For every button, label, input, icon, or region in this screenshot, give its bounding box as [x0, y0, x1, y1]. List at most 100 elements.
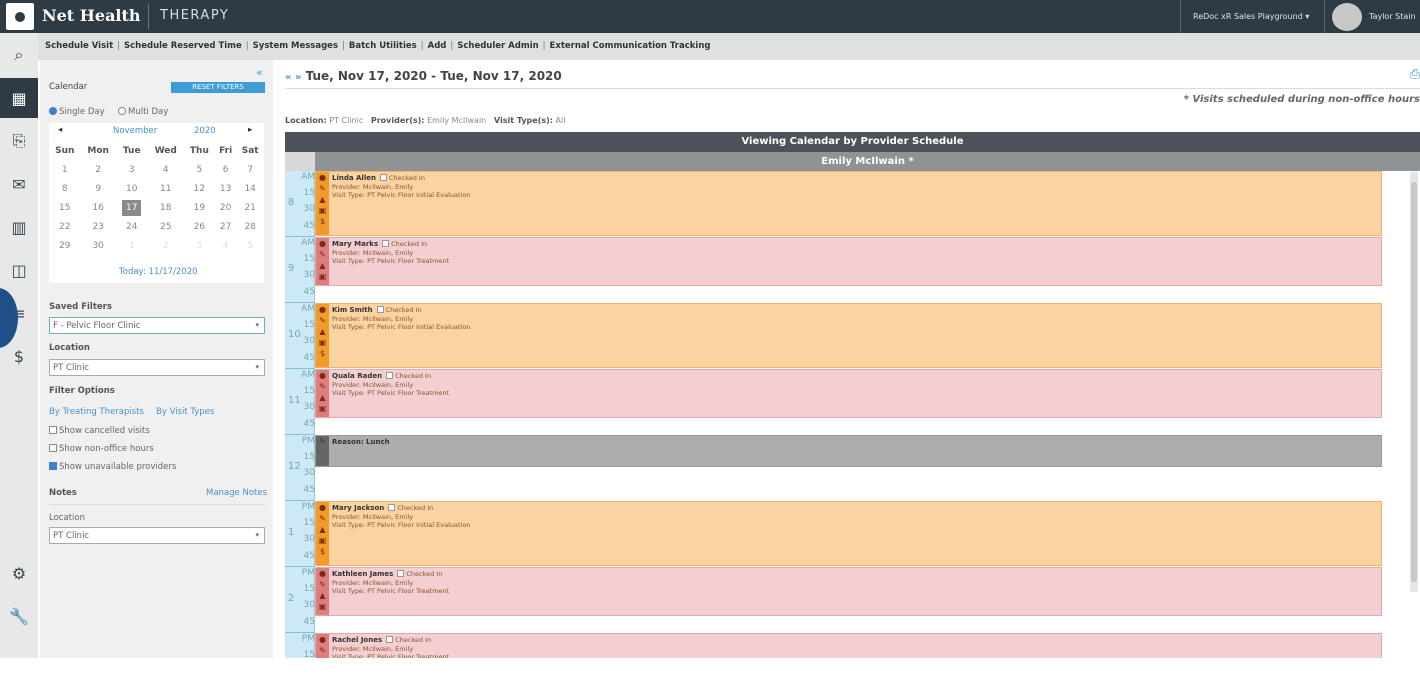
calendar-day[interactable]: 8: [62, 184, 68, 194]
calendar-icon[interactable]: ▣: [319, 206, 327, 215]
calendar-day[interactable]: 29: [59, 241, 70, 251]
calendar-icon[interactable]: ▣: [319, 272, 327, 281]
calendar-icon[interactable]: ▣: [319, 602, 327, 611]
calendar-day[interactable]: 1: [129, 241, 135, 251]
calendar-day-cell[interactable]: 14: [236, 179, 264, 198]
calendar-day-cell[interactable]: 3: [184, 236, 215, 255]
calendar-day[interactable]: 18: [160, 203, 171, 213]
show-cancelled-checkbox[interactable]: Show cancelled visits: [49, 426, 150, 436]
checked-in-checkbox[interactable]: [386, 372, 394, 379]
edit-icon[interactable]: ✎: [319, 646, 326, 655]
print-icon[interactable]: ⎙: [1410, 67, 1420, 82]
next-month-icon[interactable]: ▸: [248, 125, 252, 135]
gear-icon[interactable]: ⚙: [0, 553, 38, 593]
calendar-day[interactable]: 17: [122, 199, 142, 216]
calendar-day-cell[interactable]: 18: [148, 198, 184, 217]
show-nonoffice-checkbox[interactable]: Show non-office hours: [49, 444, 154, 454]
user-name[interactable]: Taylor Stain: [1369, 12, 1416, 21]
patient-name[interactable]: Rachel Jones: [332, 636, 382, 644]
calendar-day[interactable]: 21: [244, 203, 255, 213]
patient-name[interactable]: Reason: Lunch: [332, 438, 390, 446]
calendar-day-cell[interactable]: 22: [49, 217, 81, 236]
calendar-day[interactable]: 4: [163, 165, 169, 175]
avatar[interactable]: [1332, 3, 1362, 31]
reserved-time-block[interactable]: ✎ Reason: Lunch: [315, 435, 1382, 467]
calendar-day[interactable]: 20: [220, 203, 231, 213]
info-icon[interactable]: ●: [319, 635, 326, 644]
saved-filters-select[interactable]: F - Pelvic Floor Clinic: [49, 317, 265, 334]
calendar-day-cell[interactable]: 13: [215, 179, 236, 198]
appointment[interactable]: ● ✎ ▲ ▣ $ Mary Jackson Checked In Provider: McI…: [315, 501, 1382, 566]
appointment[interactable]: ● ✎ ▲ ▣ $ Kim Smith Checked In Provider: McIlwa…: [315, 303, 1382, 368]
menu-item-scheduler-admin[interactable]: Scheduler Admin: [457, 41, 538, 51]
calendar-day[interactable]: 13: [220, 184, 231, 194]
edit-icon[interactable]: ✎: [319, 382, 326, 391]
menu-item-external-communication-tracking[interactable]: External Communication Tracking: [550, 41, 711, 51]
info-icon[interactable]: ●: [319, 173, 326, 182]
scrollbar-thumb[interactable]: [1411, 182, 1417, 582]
scrollbar[interactable]: [1410, 172, 1418, 592]
patient-name[interactable]: Kim Smith: [332, 306, 373, 314]
calendar-day-cell[interactable]: 17: [116, 198, 148, 217]
month-label[interactable]: November: [113, 126, 157, 136]
calendar-day[interactable]: 19: [194, 203, 205, 213]
show-unavailable-checkbox[interactable]: Show unavailable providers: [49, 462, 176, 472]
calendar-day-cell[interactable]: 1: [49, 160, 81, 179]
calendar-day[interactable]: 4: [223, 241, 229, 251]
calendar-day[interactable]: 7: [247, 165, 253, 175]
calendar-day[interactable]: 5: [197, 165, 203, 175]
single-day-radio[interactable]: Single Day: [49, 107, 105, 117]
wrench-icon[interactable]: 🔧: [0, 596, 38, 636]
calendar-day-cell[interactable]: 7: [236, 160, 264, 179]
edit-icon[interactable]: ✎: [319, 250, 326, 259]
calendar-icon[interactable]: ▣: [319, 404, 327, 413]
info-icon[interactable]: ●: [319, 305, 326, 314]
calendar-day-cell[interactable]: 5: [236, 236, 264, 255]
patient-name[interactable]: Mary Marks: [332, 240, 378, 248]
calendar-day[interactable]: 10: [126, 184, 137, 194]
person-icon[interactable]: ▲: [319, 657, 325, 658]
calendar-day-cell[interactable]: 30: [81, 236, 116, 255]
calendar-day-cell[interactable]: 3: [116, 160, 148, 179]
calendar-day-cell[interactable]: 19: [184, 198, 215, 217]
calendar-day[interactable]: 3: [197, 241, 203, 251]
collapse-icon[interactable]: «: [256, 66, 263, 79]
calendar-day-cell[interactable]: 2: [148, 236, 184, 255]
person-icon[interactable]: ▲: [319, 327, 325, 336]
person-icon[interactable]: ▲: [319, 195, 325, 204]
calendar-day[interactable]: 28: [244, 222, 255, 232]
person-icon[interactable]: ▲: [319, 393, 325, 402]
calendar-icon[interactable]: ▣: [319, 338, 327, 347]
person-icon[interactable]: ▲: [319, 591, 325, 600]
patient-name[interactable]: Quala Raden: [332, 372, 382, 380]
appointment[interactable]: ●✎▲▣Rachel JonesChecked InProvider: McIl…: [315, 633, 1382, 658]
checked-in-checkbox[interactable]: [379, 174, 387, 181]
dollar-icon[interactable]: $: [320, 547, 325, 556]
notes-location-select[interactable]: PT Clinic: [49, 527, 265, 544]
calendar-day-cell[interactable]: 2: [81, 160, 116, 179]
appointment[interactable]: ● ✎ ▲ ▣ $ Linda Allen Checked In Provider: McIl…: [315, 171, 1382, 236]
edit-icon[interactable]: ✎: [319, 316, 326, 325]
by-treating-therapists-link[interactable]: By Treating Therapists: [49, 407, 144, 417]
calendar-day-cell[interactable]: 12: [184, 179, 215, 198]
calendar-day-cell[interactable]: 20: [215, 198, 236, 217]
menu-item-schedule-reserved-time[interactable]: Schedule Reserved Time: [124, 41, 242, 51]
info-icon[interactable]: ●: [319, 371, 326, 380]
menu-item-batch-utilities[interactable]: Batch Utilities: [349, 41, 417, 51]
info-icon[interactable]: ●: [319, 239, 326, 248]
calendar-day-cell[interactable]: 4: [215, 236, 236, 255]
chart-icon[interactable]: ▥: [0, 207, 38, 247]
mail-icon[interactable]: ✉: [0, 164, 38, 204]
person-icon[interactable]: ▲: [319, 525, 325, 534]
calendar-day-cell[interactable]: 28: [236, 217, 264, 236]
by-visit-types-link[interactable]: By Visit Types: [156, 407, 214, 417]
person-icon[interactable]: ▲: [319, 261, 325, 270]
info-icon[interactable]: ●: [319, 503, 326, 512]
menu-item-system-messages[interactable]: System Messages: [253, 41, 338, 51]
patient-name[interactable]: Mary Jackson: [332, 504, 384, 512]
edit-icon[interactable]: ✎: [319, 580, 326, 589]
calendar-day-cell[interactable]: 27: [215, 217, 236, 236]
calendar-day-cell[interactable]: 10: [116, 179, 148, 198]
checked-in-checkbox[interactable]: [376, 306, 384, 313]
calendar-day[interactable]: 12: [194, 184, 205, 194]
